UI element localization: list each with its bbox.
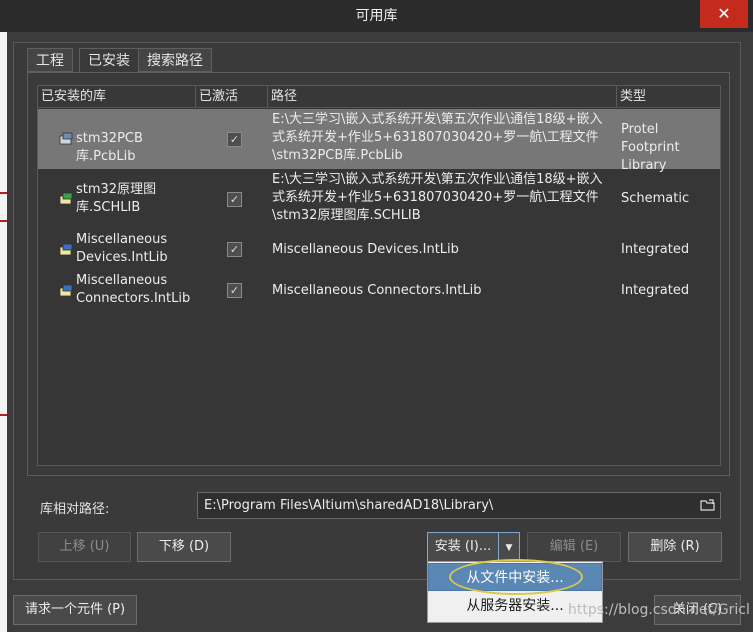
edit-button[interactable]: 编辑 (E) [527,532,621,562]
integrated-library-icon [59,243,73,256]
library-path: E:\大三学习\嵌入式系统开发\第五次作业\通信18级+嵌入式系统开发+作业5+… [272,112,603,163]
relative-path-field[interactable]: E:\Program Files\Altium\sharedAD18\Libra… [197,492,721,519]
library-name: Miscellaneous Connectors.IntLib [76,273,191,306]
active-checkbox[interactable]: ✓ [227,283,242,298]
tab-installed[interactable]: 已安装 [79,48,139,73]
watermark: https://blog.csdn.net/Gricl [568,602,750,618]
background-window-strip [0,32,7,632]
close-window-icon[interactable]: ✕ [700,0,748,28]
library-path: Miscellaneous Connectors.IntLib [272,283,482,298]
chevron-down-icon: ▼ [505,543,513,553]
library-type: Integrated [621,283,690,298]
column-header-path[interactable]: 路径 [268,86,617,108]
tab-search-path[interactable]: 搜索路径 [138,48,212,72]
library-name: stm32原理图库.SCHLIB [76,182,157,215]
install-button[interactable]: 安装 (I)... [427,532,499,562]
library-type: Protel Footprint Library [621,122,680,173]
library-path: E:\大三学习\嵌入式系统开发\第五次作业\通信18级+嵌入式系统开发+作业5+… [272,172,603,223]
column-header-library[interactable]: 已安装的库 [38,86,196,108]
active-checkbox[interactable]: ✓ [227,192,242,207]
move-down-button[interactable]: 下移 (D) [137,532,231,562]
integrated-library-icon [59,284,73,297]
remove-button[interactable]: 删除 (R) [628,532,722,562]
move-up-button[interactable]: 上移 (U) [38,532,131,562]
column-header-type[interactable]: 类型 [617,86,720,108]
tab-project[interactable]: 工程 [27,48,73,72]
library-type: Schematic [621,191,690,206]
library-name: stm32PCB库.PcbLib [76,131,143,164]
folder-open-icon[interactable] [700,498,716,512]
request-component-button[interactable]: 请求一个元件 (P) [13,595,137,625]
active-checkbox[interactable]: ✓ [227,242,242,257]
highlight-annotation-ellipse [449,559,583,595]
column-header-active[interactable]: 已激活 [196,86,268,108]
install-dropdown-button[interactable]: ▼ [498,532,520,562]
library-type: Integrated [621,242,690,257]
library-path: Miscellaneous Devices.IntLib [272,242,459,257]
relative-path-label: 库相对路径: [40,502,110,517]
window-title: 可用库 [355,8,398,24]
active-checkbox[interactable]: ✓ [227,132,242,147]
schematic-library-icon [59,192,73,205]
pcb-library-icon [59,132,73,145]
library-name: Miscellaneous Devices.IntLib [76,232,168,265]
